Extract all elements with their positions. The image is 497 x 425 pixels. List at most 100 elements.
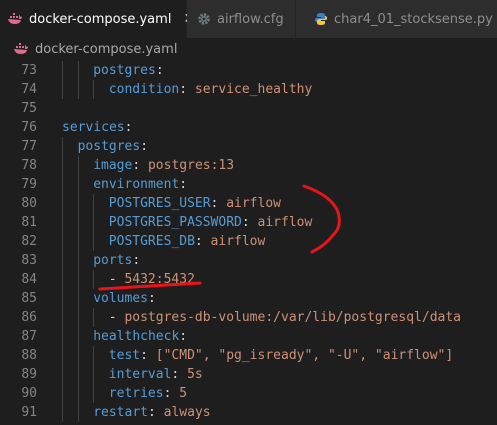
code-line[interactable]: 86 - postgres-db-volume:/var/lib/postgres…: [0, 308, 497, 327]
python-icon: [314, 12, 328, 26]
indent-guide: [77, 80, 79, 99]
code-line[interactable]: 80 POSTGRES_USER: airflow: [0, 194, 497, 213]
line-number: 73: [21, 63, 37, 78]
indent-guide: [77, 61, 79, 80]
line-number: 78: [21, 158, 37, 173]
code-line[interactable]: 73 postgres:: [0, 61, 497, 80]
code-line[interactable]: 74 condition: service_healthy: [0, 80, 497, 99]
indent-guide: [77, 346, 79, 365]
code-text: - 5432:5432: [109, 270, 195, 289]
code-line[interactable]: 83 ports:: [0, 251, 497, 270]
whale-icon: [7, 12, 23, 26]
line-number: 82: [21, 234, 37, 249]
code-line[interactable]: 84 - 5432:5432: [0, 270, 497, 289]
yaml-punct: :: [241, 215, 258, 230]
yaml-punct: :: [179, 177, 188, 192]
code-line[interactable]: 91 restart: always: [0, 403, 497, 422]
code-text: POSTGRES_USER: airflow: [109, 194, 281, 213]
indent-guide: [62, 61, 63, 80]
code-line[interactable]: 87 healthcheck:: [0, 327, 497, 346]
yaml-value: airflow: [257, 215, 313, 230]
line-number: 81: [21, 215, 37, 230]
yaml-punct: :: [194, 234, 211, 249]
code-line[interactable]: 82 POSTGRES_DB: airflow: [0, 232, 497, 251]
yaml-punct: :: [124, 120, 133, 135]
code-text: POSTGRES_PASSWORD: airflow: [109, 213, 313, 232]
line-number: 75: [21, 101, 37, 116]
indent-guide: [77, 156, 79, 175]
yaml-key: restart: [93, 405, 148, 420]
indent-guide: [93, 80, 95, 99]
line-number: 84: [21, 272, 37, 287]
tab-docker-compose[interactable]: docker-compose.yaml ✕: [0, 0, 195, 38]
yaml-value: postgres:13: [147, 158, 235, 173]
code-line[interactable]: 90 retries: 5: [0, 384, 497, 403]
indent-guide: [93, 346, 95, 365]
yaml-key: retries: [108, 386, 164, 401]
code-line[interactable]: 88 test: ["CMD", "pg_isready", "-U", "air…: [0, 346, 497, 365]
yaml-key: healthcheck: [93, 329, 180, 344]
indent-guide: [77, 403, 79, 422]
breadcrumb-file[interactable]: docker-compose.yaml: [35, 42, 177, 57]
indent-guide: [77, 251, 79, 270]
line-number: 91: [21, 405, 37, 420]
yaml-value: service_healthy: [194, 82, 313, 97]
code-text: restart: always: [93, 403, 210, 422]
code-line[interactable]: 75: [0, 99, 497, 118]
code-line[interactable]: 89 interval: 5s: [0, 365, 497, 384]
yaml-punct: :: [147, 405, 164, 420]
code-text: POSTGRES_DB: airflow: [109, 232, 266, 251]
code-text: postgres:: [78, 137, 148, 156]
code-line[interactable]: 77 postgres:: [0, 137, 497, 156]
indent-guide: [62, 403, 63, 422]
code-line[interactable]: 76 services:: [0, 118, 497, 137]
code-text: interval: 5s: [109, 365, 203, 384]
yaml-punct: :: [163, 386, 180, 401]
indent-guide: [62, 251, 63, 270]
yaml-key: volumes: [93, 291, 148, 306]
line-number: 89: [21, 367, 37, 382]
indent-guide: [77, 270, 79, 289]
yaml-key: postgres: [77, 139, 141, 154]
code-line[interactable]: 85 volumes:: [0, 289, 497, 308]
code-text: - postgres-db-volume:/var/lib/postgresql…: [109, 308, 461, 327]
yaml-value: always: [163, 405, 211, 420]
indent-guide: [77, 289, 79, 308]
line-number: 76: [21, 120, 37, 135]
line-number: 86: [21, 310, 37, 325]
yaml-punct: :: [171, 367, 188, 382]
indent-guide: [93, 213, 95, 232]
code-text: condition: service_healthy: [109, 80, 313, 99]
indent-guide: [77, 308, 79, 327]
yaml-punct: :: [179, 329, 188, 344]
indent-guide: [62, 308, 63, 327]
indent-guide: [93, 308, 95, 327]
code-text: ports:: [93, 251, 140, 270]
code-text: postgres:: [93, 61, 163, 80]
code-editor[interactable]: 73 postgres: 74 condition: service_healthy 7…: [0, 60, 497, 425]
indent-guide: [62, 384, 63, 403]
code-line[interactable]: 79 environment:: [0, 175, 497, 194]
yaml-value: 5432:5432: [124, 272, 195, 287]
yaml-punct: :: [132, 253, 141, 268]
yaml-key: image: [93, 158, 133, 173]
tab-label: docker-compose.yaml: [29, 11, 172, 27]
whale-icon: [13, 42, 29, 56]
indent-guide: [62, 365, 63, 384]
yaml-value: 5s: [187, 367, 203, 382]
yaml-punct: -: [108, 310, 125, 325]
yaml-key: POSTGRES_PASSWORD: [108, 215, 242, 230]
line-number: 80: [21, 196, 37, 211]
code-line[interactable]: 81 POSTGRES_PASSWORD: airflow: [0, 213, 497, 232]
indent-guide: [62, 156, 63, 175]
yaml-punct: :: [155, 63, 164, 78]
tab-airflow-cfg[interactable]: airflow.cfg: [187, 0, 295, 38]
code-line[interactable]: 78 image: postgres:13: [0, 156, 497, 175]
line-number: 87: [21, 329, 37, 344]
indent-guide: [62, 80, 63, 99]
line-number: 90: [21, 386, 37, 401]
tab-python-file[interactable]: char4_01_stocksense.py 1: [296, 0, 497, 38]
line-number: 85: [21, 291, 37, 306]
indent-guide: [62, 270, 63, 289]
yaml-punct: :: [140, 348, 156, 363]
